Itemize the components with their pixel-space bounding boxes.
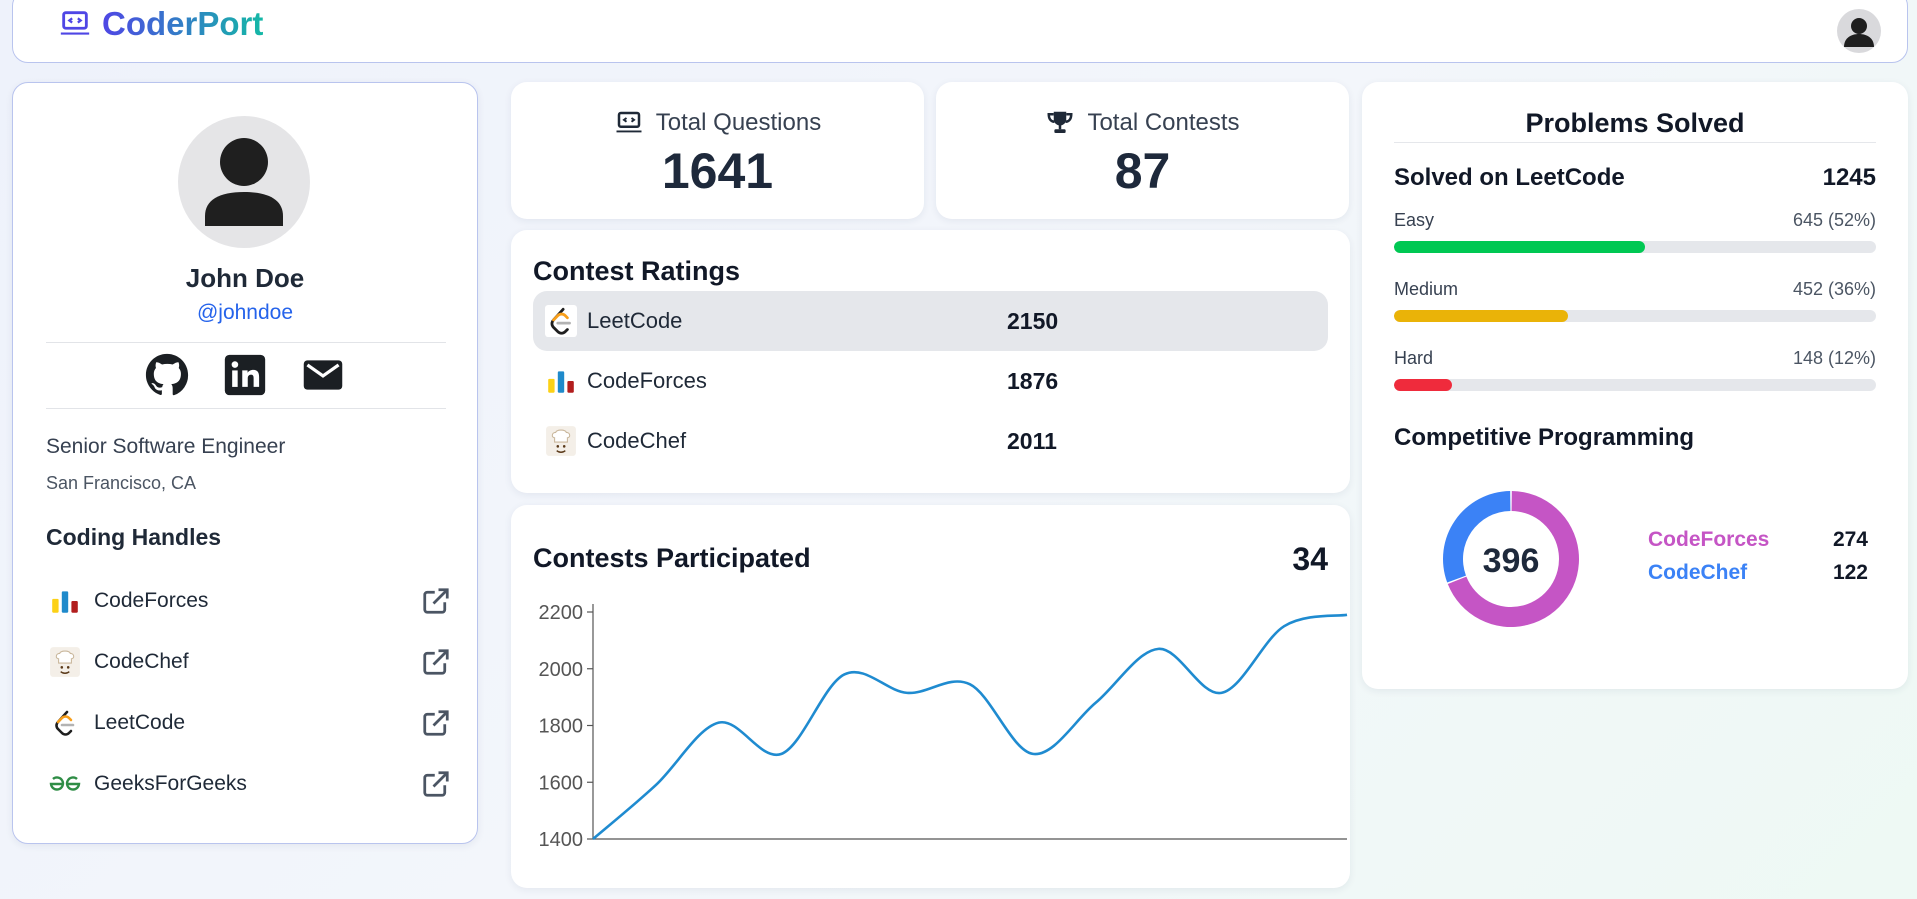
progress-bar bbox=[1394, 310, 1876, 322]
problems-solved-title: Problems Solved bbox=[1525, 108, 1745, 138]
difficulty-label: Hard bbox=[1394, 348, 1434, 368]
y-tick-label: 1600 bbox=[539, 772, 584, 794]
user-avatar-button[interactable] bbox=[1837, 9, 1881, 53]
rating-value: 1876 bbox=[1007, 367, 1059, 394]
handle-label: LeetCode bbox=[94, 711, 186, 734]
leetcode-icon bbox=[46, 704, 84, 742]
geeksforgeeks-icon bbox=[46, 765, 84, 803]
handle-row-leetcode[interactable]: LeetCode bbox=[46, 699, 451, 747]
competitive-programming-donut: 396 bbox=[1443, 491, 1579, 627]
problems-solved-card: Problems Solved Solved on LeetCode 1245 … bbox=[1362, 82, 1908, 689]
legend-value: 274 bbox=[1832, 528, 1868, 551]
leetcode-icon bbox=[543, 303, 579, 339]
rating-row-leetcode[interactable]: LeetCode 2150 bbox=[533, 291, 1328, 351]
rating-row-codechef[interactable]: CodeChef 2011 bbox=[533, 411, 1328, 471]
difficulty-label: Easy bbox=[1394, 210, 1435, 230]
profile-name: John Doe bbox=[185, 263, 305, 293]
y-tick-label: 2000 bbox=[539, 659, 584, 681]
contests-participated-card: Contests Participated 34 2200 2000 1800 160… bbox=[511, 505, 1350, 888]
profile-job-title: Senior Software Engineer bbox=[46, 435, 286, 458]
rating-history-chart: 2200 2000 1800 1600 1400 bbox=[539, 602, 1348, 851]
external-link-icon[interactable] bbox=[421, 647, 451, 677]
donut-total: 396 bbox=[1483, 542, 1540, 580]
handle-label: CodeForces bbox=[94, 589, 209, 612]
progress-fill bbox=[1394, 241, 1645, 253]
external-link-icon[interactable] bbox=[421, 708, 451, 738]
legend-item-codechef: CodeChef 122 bbox=[1648, 561, 1868, 594]
contest-ratings-card: Contest Ratings LeetCode 2150 CodeForces… bbox=[511, 230, 1350, 493]
contest-ratings-title: Contest Ratings bbox=[533, 256, 741, 286]
divider bbox=[46, 408, 446, 409]
legend-label: CodeChef bbox=[1648, 561, 1748, 584]
handle-label: GeeksForGeeks bbox=[94, 772, 247, 795]
legend-item-codeforces: CodeForces 274 bbox=[1648, 528, 1868, 561]
stat-label: Total Questions bbox=[655, 109, 822, 136]
rating-platform: CodeChef bbox=[587, 428, 687, 453]
total-questions-card: Total Questions 1641 bbox=[511, 82, 924, 219]
profile-location: San Francisco, CA bbox=[46, 473, 197, 493]
codeforces-icon bbox=[46, 582, 84, 620]
leetcode-solved-total: 1245 bbox=[1822, 164, 1876, 191]
handle-row-codeforces[interactable]: CodeForces bbox=[46, 577, 451, 625]
progress-fill bbox=[1394, 310, 1568, 322]
total-contests-card: Total Contests 87 bbox=[936, 82, 1349, 219]
external-link-icon[interactable] bbox=[421, 586, 451, 616]
laptop-code-icon bbox=[616, 111, 642, 133]
github-icon[interactable] bbox=[145, 353, 189, 397]
competitive-programming-title: Competitive Programming bbox=[1394, 424, 1695, 451]
codechef-icon bbox=[543, 423, 579, 459]
laptop-code-icon bbox=[60, 11, 90, 35]
leetcode-solved-row: Solved on LeetCode 1245 bbox=[1394, 164, 1876, 192]
codechef-icon bbox=[46, 643, 84, 681]
progress-bar bbox=[1394, 379, 1876, 391]
difficulty-label: Medium bbox=[1394, 279, 1459, 299]
divider bbox=[46, 342, 446, 343]
rating-value: 2150 bbox=[1007, 307, 1059, 334]
y-tick-label: 1800 bbox=[539, 716, 584, 738]
total-questions-value: 1641 bbox=[661, 143, 774, 199]
legend-label: CodeForces bbox=[1648, 528, 1770, 551]
progress-fill bbox=[1394, 379, 1452, 391]
difficulty-value: 452 (36%) bbox=[1792, 279, 1876, 299]
rating-line bbox=[592, 613, 1348, 840]
user-icon bbox=[1844, 18, 1874, 47]
linkedin-icon[interactable] bbox=[223, 353, 267, 397]
handle-row-codechef[interactable]: CodeChef bbox=[46, 638, 451, 686]
avatar bbox=[178, 116, 310, 248]
profile-handle-link[interactable]: @johndoe bbox=[13, 301, 477, 325]
difficulty-value: 148 (12%) bbox=[1792, 348, 1876, 368]
brand-name: CoderPort bbox=[102, 5, 264, 42]
rating-row-codeforces[interactable]: CodeForces 1876 bbox=[533, 351, 1328, 411]
total-contests-value: 87 bbox=[1114, 143, 1171, 199]
coding-handles-heading: Coding Handles bbox=[46, 524, 222, 550]
handle-row-geeksforgeeks[interactable]: GeeksForGeeks bbox=[46, 760, 451, 808]
progress-bar bbox=[1394, 241, 1876, 253]
difficulty-easy: Easy 645 (52%) bbox=[1394, 210, 1876, 253]
rating-value: 2011 bbox=[1007, 427, 1057, 454]
brand-logo[interactable]: CoderPort bbox=[58, 5, 263, 43]
leetcode-solved-label: Solved on LeetCode bbox=[1394, 164, 1625, 191]
rating-platform: CodeForces bbox=[587, 368, 707, 393]
divider bbox=[1394, 142, 1876, 143]
trophy-icon bbox=[1047, 111, 1073, 133]
social-links bbox=[13, 353, 477, 397]
rating-platform: LeetCode bbox=[587, 308, 683, 333]
legend-value: 122 bbox=[1832, 561, 1868, 584]
profile-card: John Doe @johndoe Senior Software Engine… bbox=[12, 82, 478, 844]
difficulty-medium: Medium 452 (36%) bbox=[1394, 279, 1876, 322]
y-tick-label: 2200 bbox=[539, 602, 584, 624]
difficulty-hard: Hard 148 (12%) bbox=[1394, 348, 1876, 391]
cp-legend: CodeForces 274 CodeChef 122 bbox=[1648, 528, 1868, 594]
user-icon bbox=[205, 138, 283, 226]
difficulty-value: 645 (52%) bbox=[1792, 210, 1876, 230]
mail-icon[interactable] bbox=[301, 353, 345, 397]
handle-label: CodeChef bbox=[94, 650, 189, 673]
stat-label: Total Contests bbox=[1087, 109, 1240, 136]
codeforces-icon bbox=[543, 363, 579, 399]
external-link-icon[interactable] bbox=[421, 769, 451, 799]
top-navbar: CoderPort bbox=[12, 0, 1908, 63]
y-tick-label: 1400 bbox=[539, 829, 584, 851]
